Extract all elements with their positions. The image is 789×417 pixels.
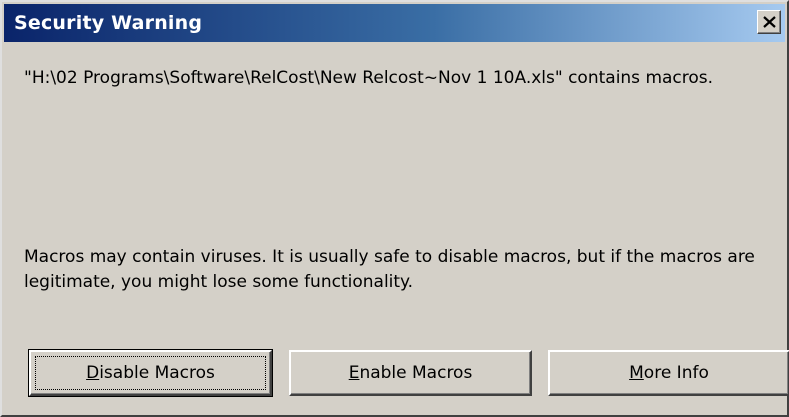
dialog-title: Security Warning xyxy=(14,12,203,34)
file-macro-message: "H:\02 Programs\Software\RelCost\New Rel… xyxy=(24,68,714,88)
more-info-label: More Info xyxy=(629,363,709,383)
enable-macros-button[interactable]: Enable Macros xyxy=(289,350,532,396)
close-button[interactable] xyxy=(757,10,781,34)
enable-macros-label: Enable Macros xyxy=(349,363,473,383)
more-mnemonic: M xyxy=(629,363,644,383)
virus-warning-message: Macros may contain viruses. It is usuall… xyxy=(24,247,755,292)
close-icon xyxy=(763,16,776,28)
disable-macros-button[interactable]: Disable Macros xyxy=(28,349,273,397)
more-info-button[interactable]: More Info xyxy=(548,350,789,396)
focus-rectangle xyxy=(35,356,266,390)
title-bar[interactable]: Security Warning xyxy=(4,4,785,42)
security-warning-dialog: Security Warning "H:\02 Programs\Softwar… xyxy=(0,0,789,417)
enable-label-rest: nable Macros xyxy=(359,363,473,383)
more-label-rest: ore Info xyxy=(643,363,709,383)
enable-mnemonic: E xyxy=(348,363,360,383)
